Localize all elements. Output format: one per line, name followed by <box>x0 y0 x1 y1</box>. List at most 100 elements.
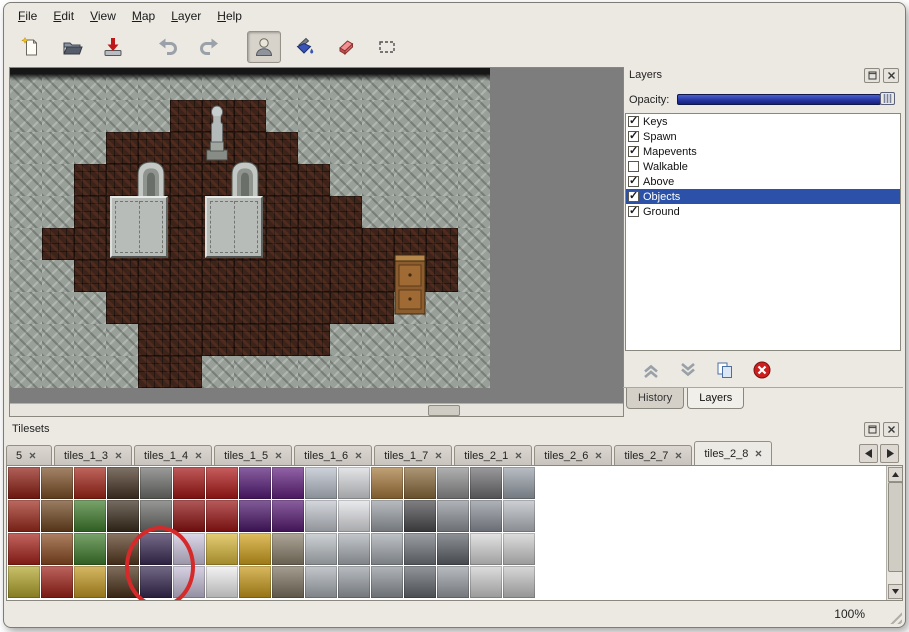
stamp-tool-button[interactable] <box>247 31 281 63</box>
tileset-tile[interactable] <box>107 500 139 532</box>
map-tile[interactable] <box>234 260 266 292</box>
map-tile[interactable] <box>426 68 458 100</box>
map-tile[interactable] <box>362 196 394 228</box>
map-tile[interactable] <box>202 68 234 100</box>
layer-visibility-checkbox[interactable] <box>628 131 639 142</box>
map-tile[interactable] <box>10 324 42 356</box>
tileset-tile[interactable] <box>305 533 337 565</box>
map-tile[interactable] <box>266 132 298 164</box>
tileset-tile[interactable] <box>8 467 40 499</box>
layer-row-objects[interactable]: Objects <box>626 189 900 204</box>
menu-map[interactable]: Map <box>124 6 163 26</box>
tileset-tile[interactable] <box>272 467 304 499</box>
map-tile[interactable] <box>394 324 426 356</box>
map-tile[interactable] <box>42 260 74 292</box>
map-tile[interactable] <box>266 196 298 228</box>
tab-close-icon[interactable] <box>675 452 682 459</box>
map-tile[interactable] <box>426 324 458 356</box>
map-tile[interactable] <box>458 100 490 132</box>
tileset-tile[interactable] <box>437 467 469 499</box>
map-tile[interactable] <box>266 228 298 260</box>
map-tile[interactable] <box>426 228 458 260</box>
tileset-tile[interactable] <box>239 533 271 565</box>
map-tile[interactable] <box>234 68 266 100</box>
map-tile[interactable] <box>138 164 170 196</box>
menu-layer[interactable]: Layer <box>163 6 209 26</box>
tileset-tile[interactable] <box>41 566 73 598</box>
map-tile[interactable] <box>74 292 106 324</box>
tileset-tile[interactable] <box>8 533 40 565</box>
redo-button[interactable] <box>192 31 226 63</box>
eraser-tool-button[interactable] <box>329 31 363 63</box>
map-tile[interactable] <box>106 132 138 164</box>
map-tile[interactable] <box>234 292 266 324</box>
tileset-tile[interactable] <box>338 566 370 598</box>
map-tile[interactable] <box>394 100 426 132</box>
tab-close-icon[interactable] <box>435 452 442 459</box>
map-tile[interactable] <box>330 164 362 196</box>
tileset-tab-tiles_1_5[interactable]: tiles_1_5 <box>214 445 292 465</box>
tileset-tile[interactable] <box>74 467 106 499</box>
tileset-tile[interactable] <box>206 467 238 499</box>
tileset-tile[interactable] <box>503 500 535 532</box>
map-tile[interactable] <box>170 196 202 228</box>
map-tile[interactable] <box>330 196 362 228</box>
map-tile[interactable] <box>138 260 170 292</box>
map-tile[interactable] <box>234 196 266 228</box>
tileset-tile[interactable] <box>140 500 172 532</box>
tileset-tile[interactable] <box>140 533 172 565</box>
map-tile[interactable] <box>170 228 202 260</box>
layer-delete-button[interactable] <box>750 358 774 382</box>
map-tile[interactable] <box>42 356 74 388</box>
map-tile[interactable] <box>106 260 138 292</box>
map-tile[interactable] <box>202 100 234 132</box>
menu-file[interactable]: File <box>10 6 45 26</box>
layer-visibility-checkbox[interactable] <box>628 161 639 172</box>
tab-close-icon[interactable] <box>29 452 36 459</box>
map-tile[interactable] <box>362 164 394 196</box>
map-tile[interactable] <box>298 68 330 100</box>
map-tile[interactable] <box>234 100 266 132</box>
map-tile[interactable] <box>202 292 234 324</box>
map-tile[interactable] <box>42 196 74 228</box>
map-tile[interactable] <box>298 324 330 356</box>
map-tile[interactable] <box>42 324 74 356</box>
map-tile[interactable] <box>202 228 234 260</box>
map-tile[interactable] <box>138 68 170 100</box>
map-tile[interactable] <box>458 68 490 100</box>
map-tile[interactable] <box>362 132 394 164</box>
map-tile[interactable] <box>170 356 202 388</box>
tab-close-icon[interactable] <box>355 452 362 459</box>
tab-close-icon[interactable] <box>755 450 762 457</box>
map-tile[interactable] <box>458 132 490 164</box>
map-tile[interactable] <box>74 324 106 356</box>
map-tile[interactable] <box>362 292 394 324</box>
map-tile[interactable] <box>266 164 298 196</box>
map-tile[interactable] <box>42 164 74 196</box>
tileset-tile[interactable] <box>140 566 172 598</box>
map-tile[interactable] <box>458 164 490 196</box>
map-tile[interactable] <box>298 164 330 196</box>
map-tile[interactable] <box>458 292 490 324</box>
tileset-tab-5[interactable]: 5 <box>6 445 52 465</box>
map-tile[interactable] <box>426 356 458 388</box>
tileset-tile[interactable] <box>338 533 370 565</box>
tileset-tile[interactable] <box>107 566 139 598</box>
map-tile[interactable] <box>426 132 458 164</box>
map-tile[interactable] <box>426 196 458 228</box>
map-tile[interactable] <box>74 260 106 292</box>
layer-visibility-checkbox[interactable] <box>628 146 639 157</box>
select-tool-button[interactable] <box>370 31 404 63</box>
new-file-button[interactable] <box>14 31 48 63</box>
map-tile[interactable] <box>170 164 202 196</box>
map-tile[interactable] <box>330 292 362 324</box>
map-tile[interactable] <box>298 228 330 260</box>
map-tile[interactable] <box>330 100 362 132</box>
tileset-tile[interactable] <box>371 500 403 532</box>
map-tile[interactable] <box>330 260 362 292</box>
tileset-tab-tiles_1_3[interactable]: tiles_1_3 <box>54 445 132 465</box>
map-tile[interactable] <box>74 196 106 228</box>
map-tile[interactable] <box>266 68 298 100</box>
dock-tab-layers[interactable]: Layers <box>687 388 744 409</box>
map-tile[interactable] <box>42 100 74 132</box>
